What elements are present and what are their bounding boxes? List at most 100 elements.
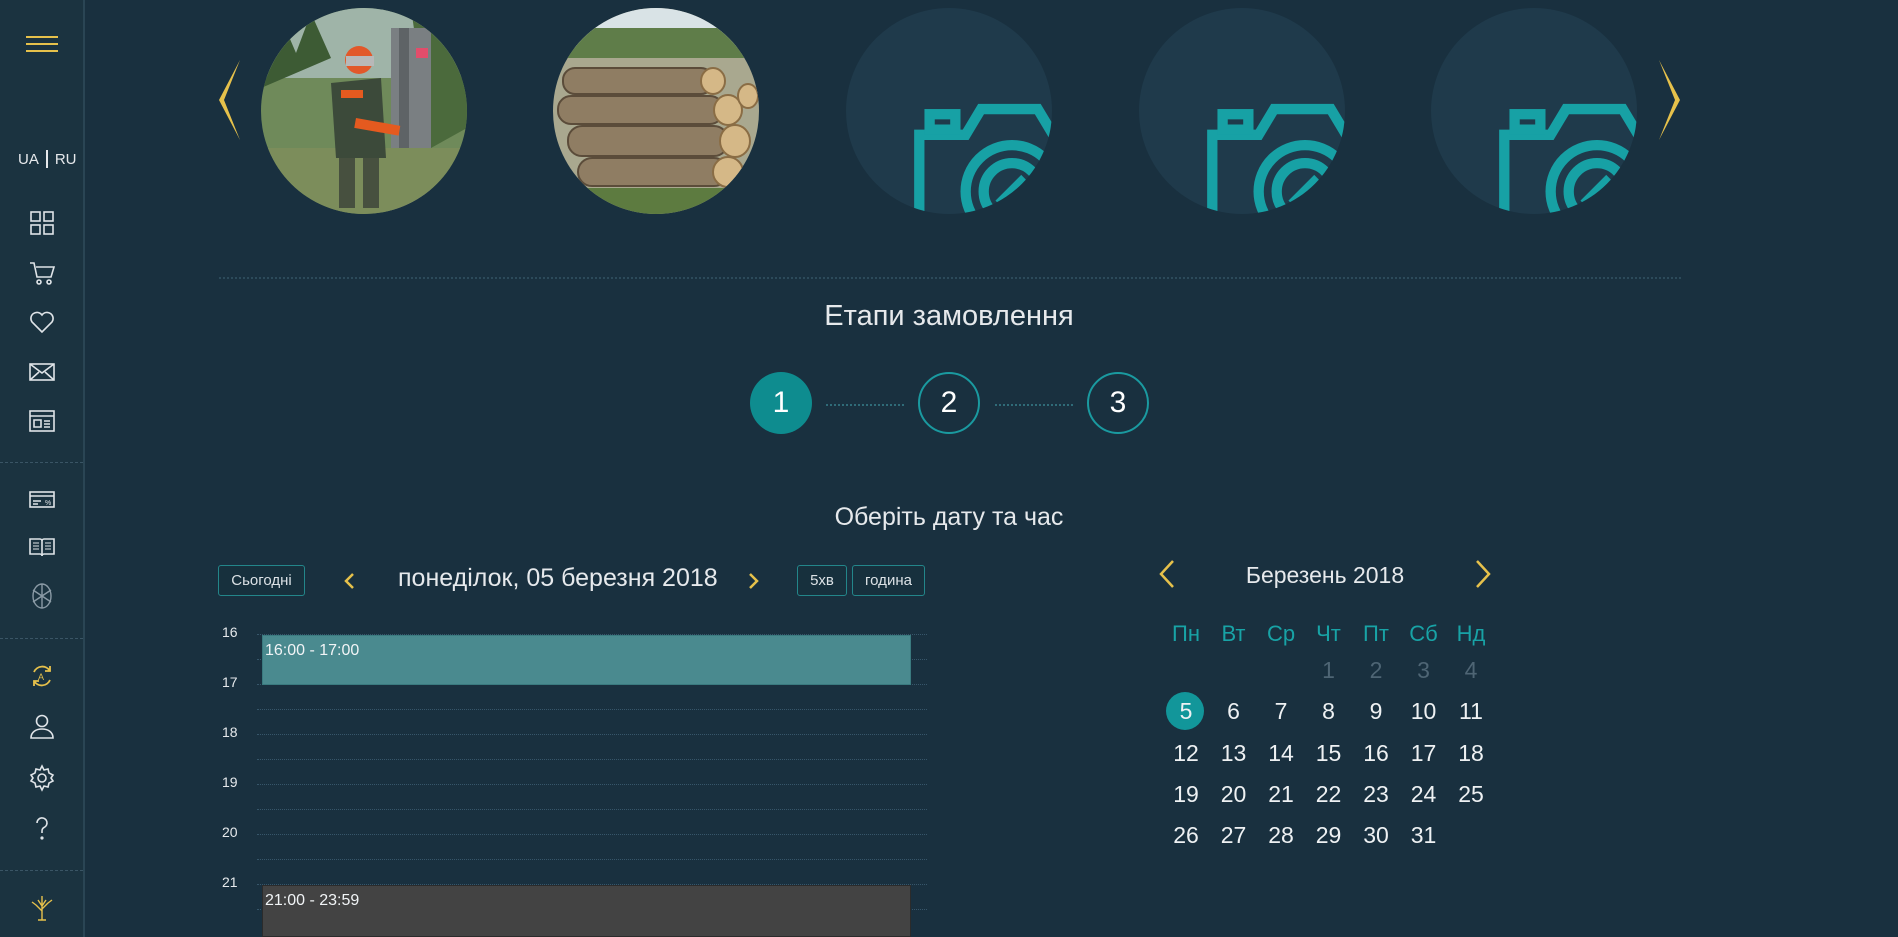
help-icon[interactable] xyxy=(27,813,57,843)
hour-line xyxy=(257,734,927,735)
calendar-day[interactable]: 18 xyxy=(1447,734,1495,772)
dashboard-icon[interactable] xyxy=(27,208,57,238)
calendar-day[interactable]: 8 xyxy=(1305,692,1353,730)
calendar-day[interactable]: 7 xyxy=(1257,692,1305,730)
calendar-day[interactable]: 12 xyxy=(1162,734,1210,772)
step-1[interactable]: 1 xyxy=(750,372,812,434)
camera-placeholder[interactable] xyxy=(1431,8,1637,214)
news-icon[interactable] xyxy=(27,406,57,436)
half-hour-line xyxy=(257,809,927,810)
prev-day-arrow-icon[interactable] xyxy=(342,571,356,591)
hour-label: 20 xyxy=(222,824,238,840)
camera-placeholder[interactable] xyxy=(1139,8,1345,214)
camera-icon xyxy=(914,103,1052,214)
calendar-day[interactable]: 30 xyxy=(1352,816,1400,854)
gallery-next-arrow-icon[interactable] xyxy=(1655,58,1683,142)
date-time-subtitle: Оберіть дату та час xyxy=(834,503,1064,531)
calendar-day[interactable]: 26 xyxy=(1162,816,1210,854)
svg-text:A: A xyxy=(38,672,44,682)
hour-line xyxy=(257,784,927,785)
calendar-day[interactable]: 2 xyxy=(1352,651,1400,689)
calendar-day[interactable]: 27 xyxy=(1210,816,1258,854)
calendar-day[interactable]: 10 xyxy=(1400,692,1448,730)
calendar-day[interactable]: 19 xyxy=(1162,775,1210,813)
book-icon[interactable] xyxy=(27,532,57,562)
calendar-day[interactable]: 1 xyxy=(1305,651,1353,689)
calendar-day[interactable]: 29 xyxy=(1305,816,1353,854)
hour-label: 17 xyxy=(222,674,238,690)
calendar-day[interactable]: 16 xyxy=(1352,734,1400,772)
weekday-label: Ср xyxy=(1266,621,1296,646)
step-2[interactable]: 2 xyxy=(918,372,980,434)
tree-icon[interactable] xyxy=(27,892,57,922)
language-switcher: UA RU xyxy=(18,150,77,168)
half-hour-line xyxy=(257,709,927,710)
calendar-day[interactable]: 28 xyxy=(1257,816,1305,854)
calendar-day[interactable]: 25 xyxy=(1447,775,1495,813)
step-connector xyxy=(826,404,904,406)
calendar-day[interactable]: 3 xyxy=(1400,651,1448,689)
calendar-day[interactable]: 17 xyxy=(1400,734,1448,772)
calendar-day[interactable]: 22 xyxy=(1305,775,1353,813)
camera-icon xyxy=(1499,103,1637,214)
next-day-arrow-icon[interactable] xyxy=(747,571,761,591)
settings-icon[interactable] xyxy=(27,763,57,793)
calendar-day[interactable]: 21 xyxy=(1257,775,1305,813)
calendar-day[interactable]: 4 xyxy=(1447,651,1495,689)
calendar-day[interactable]: 14 xyxy=(1257,734,1305,772)
aperture-icon[interactable] xyxy=(27,581,57,611)
sidebar-divider xyxy=(0,870,83,871)
lang-ru[interactable]: RU xyxy=(55,151,77,168)
mail-icon[interactable] xyxy=(27,357,57,387)
cart-icon[interactable] xyxy=(27,258,57,288)
calendar-next-month-icon[interactable] xyxy=(1473,558,1493,590)
gallery-prev-arrow-icon[interactable] xyxy=(216,58,244,142)
step-3[interactable]: 3 xyxy=(1087,372,1149,434)
hour-label: 16 xyxy=(222,624,238,640)
weekday-label: Пт xyxy=(1363,621,1389,646)
sidebar-divider xyxy=(0,638,83,639)
hour-line xyxy=(257,834,927,835)
hour-label: 18 xyxy=(222,724,238,740)
day-schedule: 16 17 18 19 20 21 16:00 - 17:00 21:00 - … xyxy=(219,620,929,937)
weekday-label: Вт xyxy=(1221,621,1246,646)
section-divider xyxy=(219,277,1681,279)
calendar-day[interactable]: 24 xyxy=(1400,775,1448,813)
calendar-day[interactable]: 11 xyxy=(1447,692,1495,730)
lang-ua[interactable]: UA xyxy=(18,151,39,168)
step-connector xyxy=(995,404,1073,406)
calendar-day[interactable]: 20 xyxy=(1210,775,1258,813)
calendar-day[interactable]: 31 xyxy=(1400,816,1448,854)
weekday-label: Чт xyxy=(1316,621,1341,646)
calendar-day[interactable]: 13 xyxy=(1210,734,1258,772)
weekday-label: Пн xyxy=(1172,621,1200,646)
calendar-day[interactable]: 15 xyxy=(1305,734,1353,772)
stages-title: Етапи замовлення xyxy=(824,300,1074,332)
calendar-day[interactable]: 9 xyxy=(1352,692,1400,730)
sidebar: UA RU % A xyxy=(0,0,85,937)
camera-icon xyxy=(1207,103,1345,214)
user-icon[interactable] xyxy=(27,711,57,741)
half-hour-line xyxy=(257,759,927,760)
today-button[interactable]: Сьогодні xyxy=(218,565,305,596)
calendar-day[interactable]: 6 xyxy=(1210,692,1258,730)
lang-separator xyxy=(45,150,48,168)
interval-hour-button[interactable]: година xyxy=(852,565,925,596)
camera-placeholder[interactable] xyxy=(846,8,1052,214)
time-slot-free[interactable]: 16:00 - 17:00 xyxy=(262,635,911,685)
calendar-day-selected[interactable]: 5 xyxy=(1162,692,1210,730)
time-slot-busy: 21:00 - 23:59 xyxy=(262,885,911,937)
sync-icon[interactable]: A xyxy=(27,661,57,691)
half-hour-line xyxy=(257,859,927,860)
logs-photo[interactable] xyxy=(553,8,759,214)
calendar-day[interactable]: 23 xyxy=(1352,775,1400,813)
sidebar-divider xyxy=(0,462,83,463)
hamburger-menu-icon[interactable] xyxy=(26,36,58,60)
hour-label: 21 xyxy=(222,874,238,890)
calendar-month-title: Березень 2018 xyxy=(1245,562,1405,588)
current-date-label: понеділок, 05 березня 2018 xyxy=(398,564,718,592)
weekday-label: Нд xyxy=(1456,621,1486,646)
interval-5min-button[interactable]: 5хв xyxy=(797,565,847,596)
lumberjack-photo[interactable] xyxy=(261,8,467,214)
weekday-label: Сб xyxy=(1409,621,1438,646)
